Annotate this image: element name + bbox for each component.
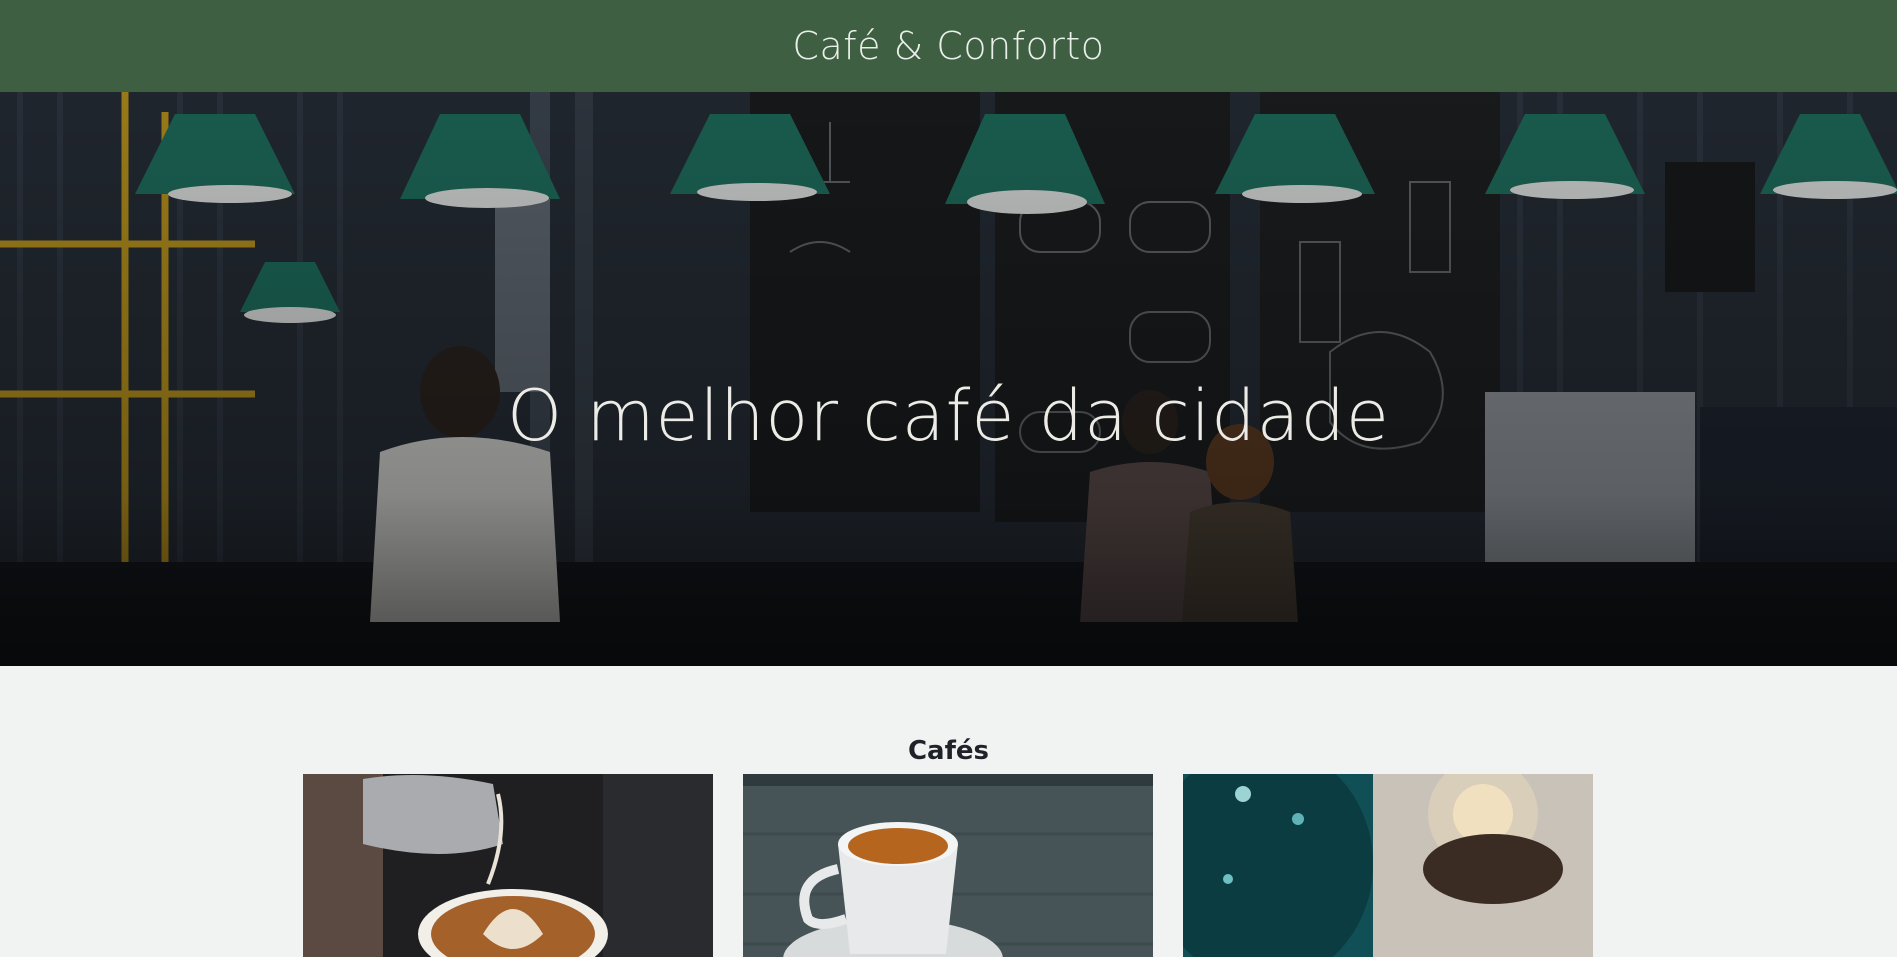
site-brand[interactable]: Café & Conforto	[792, 24, 1104, 68]
section-title-cafes: Cafés	[907, 735, 990, 766]
latte-art-image	[303, 774, 713, 957]
coffee-card-espresso[interactable]	[743, 774, 1153, 957]
teal-mug-image	[1183, 774, 1593, 957]
hero-banner: O melhor café da cidade	[0, 92, 1897, 666]
espresso-cup-image	[743, 774, 1153, 957]
hero-title: O melhor café da cidade	[507, 374, 1390, 457]
coffee-card-list	[303, 774, 1593, 957]
coffee-card-latte[interactable]	[303, 774, 713, 957]
coffee-card-mug[interactable]	[1183, 774, 1593, 957]
site-header: Café & Conforto	[0, 0, 1897, 92]
